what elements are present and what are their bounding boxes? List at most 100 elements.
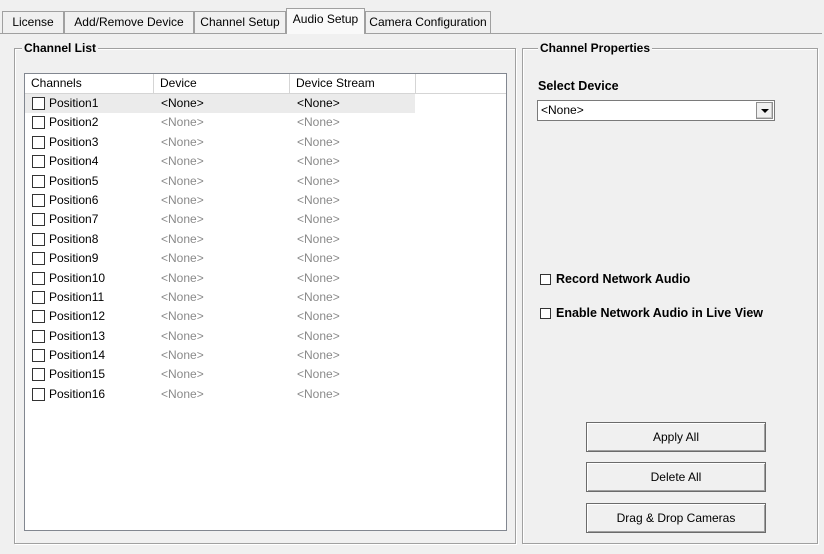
channel-checkbox[interactable]: [32, 387, 45, 401]
channel-name: Position15: [49, 367, 106, 382]
channel-device: <None>: [161, 96, 204, 110]
table-row[interactable]: Position16 <None> <None>: [25, 385, 506, 404]
record-network-audio-label[interactable]: Record Network Audio: [556, 272, 690, 286]
channel-device-stream: <None>: [297, 251, 340, 266]
channel-checkbox[interactable]: [32, 193, 45, 207]
table-row[interactable]: Position10 <None> <None>: [25, 269, 506, 288]
column-header-device-stream[interactable]: Device Stream: [290, 74, 416, 94]
channel-device-stream: <None>: [297, 270, 340, 285]
channel-device: <None>: [161, 328, 204, 343]
tab-camera-configuration[interactable]: Camera Configuration: [365, 11, 491, 33]
channel-checkbox[interactable]: [32, 155, 45, 169]
channel-device: <None>: [161, 212, 204, 227]
channel-device-stream: <None>: [297, 96, 340, 110]
channel-name: Position1: [49, 96, 99, 110]
channel-list-header: Channels Device Device Stream: [25, 74, 506, 94]
enable-live-audio-label[interactable]: Enable Network Audio in Live View: [556, 306, 763, 320]
table-row[interactable]: Position15 <None> <None>: [25, 365, 506, 384]
channel-checkbox[interactable]: [32, 349, 45, 363]
channel-name: Position2: [49, 115, 99, 130]
tab-add-remove-device[interactable]: Add/Remove Device: [64, 11, 194, 33]
channel-checkbox[interactable]: [32, 271, 45, 285]
channel-device-stream: <None>: [297, 309, 340, 324]
select-device-value: <None>: [541, 103, 584, 117]
column-header-channels[interactable]: Channels: [25, 74, 154, 94]
channel-checkbox[interactable]: [32, 213, 45, 227]
table-row[interactable]: Position1 <None> <None>: [25, 94, 506, 113]
channel-device: <None>: [161, 154, 204, 169]
enable-live-audio-checkbox[interactable]: [540, 308, 551, 319]
channel-list-title: Channel List: [22, 40, 99, 56]
record-network-audio-checkbox[interactable]: [540, 274, 551, 285]
channel-checkbox[interactable]: [32, 116, 45, 130]
channel-device-stream: <None>: [297, 231, 340, 246]
channel-device: <None>: [161, 386, 204, 401]
channel-device-stream: <None>: [297, 192, 340, 207]
channel-device: <None>: [161, 348, 204, 363]
channel-name: Position7: [49, 212, 99, 227]
tab-license[interactable]: License: [2, 11, 64, 33]
channel-checkbox[interactable]: [32, 290, 45, 304]
channel-name: Position8: [49, 231, 99, 246]
channel-device: <None>: [161, 231, 204, 246]
channel-device-stream: <None>: [297, 367, 340, 382]
table-row[interactable]: Position8 <None> <None>: [25, 230, 506, 249]
table-row[interactable]: Position3 <None> <None>: [25, 133, 506, 152]
channel-device: <None>: [161, 192, 204, 207]
channel-name: Position5: [49, 173, 99, 188]
channel-name: Position16: [49, 386, 106, 401]
channel-name: Position3: [49, 134, 99, 149]
channel-name: Position6: [49, 192, 99, 207]
select-device-label: Select Device: [538, 79, 619, 93]
channel-name: Position4: [49, 154, 99, 169]
table-row[interactable]: Position11 <None> <None>: [25, 288, 506, 307]
table-row[interactable]: Position9 <None> <None>: [25, 249, 506, 268]
channel-device: <None>: [161, 134, 204, 149]
channel-checkbox[interactable]: [32, 310, 45, 324]
table-row[interactable]: Position13 <None> <None>: [25, 327, 506, 346]
column-header-device[interactable]: Device: [154, 74, 290, 94]
channel-checkbox[interactable]: [32, 368, 45, 382]
channel-name: Position9: [49, 251, 99, 266]
table-row[interactable]: Position6 <None> <None>: [25, 191, 506, 210]
select-device-dropdown[interactable]: <None>: [537, 100, 775, 121]
channel-name: Position12: [49, 309, 106, 324]
channel-device: <None>: [161, 115, 204, 130]
tab-audio-setup[interactable]: Audio Setup: [286, 8, 365, 34]
channel-checkbox[interactable]: [32, 135, 45, 149]
drag-drop-cameras-button[interactable]: Drag & Drop Cameras: [586, 503, 766, 533]
channel-device: <None>: [161, 289, 204, 304]
channel-device: <None>: [161, 270, 204, 285]
channel-list-body: Position1 <None> <None> Position2 <None> <Non…: [25, 94, 506, 404]
apply-all-button[interactable]: Apply All: [586, 422, 766, 452]
channel-device-stream: <None>: [297, 212, 340, 227]
table-row[interactable]: Position5 <None> <None>: [25, 172, 506, 191]
delete-all-button[interactable]: Delete All: [586, 462, 766, 492]
channel-device-stream: <None>: [297, 386, 340, 401]
channel-device: <None>: [161, 367, 204, 382]
channel-checkbox[interactable]: [32, 174, 45, 188]
channel-name: Position13: [49, 328, 106, 343]
channel-device-stream: <None>: [297, 115, 340, 130]
channel-checkbox[interactable]: [32, 232, 45, 246]
channel-device-stream: <None>: [297, 289, 340, 304]
tab-strip: License Add/Remove Device Channel Setup …: [0, 0, 824, 34]
table-row[interactable]: Position14 <None> <None>: [25, 346, 506, 365]
channel-checkbox[interactable]: [32, 97, 45, 110]
channel-checkbox[interactable]: [32, 252, 45, 266]
table-row[interactable]: Position12 <None> <None>: [25, 307, 506, 326]
table-row[interactable]: Position4 <None> <None>: [25, 152, 506, 171]
column-header-filler: [416, 74, 506, 94]
tab-channel-setup[interactable]: Channel Setup: [194, 11, 286, 33]
channel-device: <None>: [161, 173, 204, 188]
channel-list-view[interactable]: Channels Device Device Stream Position1 <…: [24, 73, 507, 531]
table-row[interactable]: Position2 <None> <None>: [25, 113, 506, 132]
channel-device-stream: <None>: [297, 328, 340, 343]
channel-device-stream: <None>: [297, 348, 340, 363]
chevron-down-icon[interactable]: [756, 102, 773, 119]
tab-strip-divider: [0, 33, 822, 34]
table-row[interactable]: Position7 <None> <None>: [25, 210, 506, 229]
channel-properties-title: Channel Properties: [538, 40, 653, 56]
channel-checkbox[interactable]: [32, 329, 45, 343]
channel-device: <None>: [161, 251, 204, 266]
